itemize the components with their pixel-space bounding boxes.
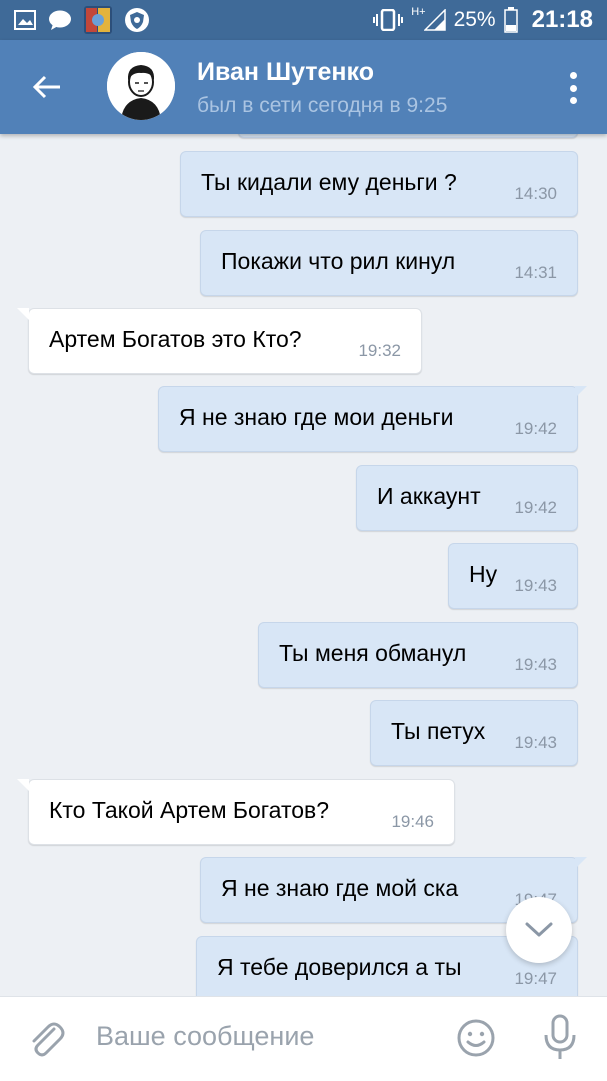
message-time: 19:43 [514,576,557,595]
message-bubble-outgoing[interactable]: Ты кидали ему деньги ? 14:30 [180,151,578,217]
message-time: 14:30 [514,184,557,203]
contact-name[interactable]: Иван Шутенко [197,58,374,87]
message-time: 19:47 [514,969,557,988]
message-text: Ты меня обманул [279,640,467,666]
message-time: 19:42 [514,419,557,438]
status-bar: H+ 25% 21:18 [0,0,607,40]
signal-strength-icon [423,9,446,31]
message-text: Кто Такой Артем Богатов? [49,797,330,823]
message-text: Я не знаю где мой ска [221,875,459,901]
message-text: Покажи что рил кинул [221,248,456,274]
message-bubble-outgoing[interactable]: Покажи что рил кинул 14:31 [200,230,578,296]
message-bubble-partial [238,134,578,138]
message-list[interactable]: Ты кидали ему деньги ? 14:30 Покажи что … [0,134,607,996]
battery-icon [503,7,518,33]
back-button[interactable] [22,62,72,112]
message-text: Я не знаю где мои деньги [179,404,454,430]
message-bubble-outgoing[interactable]: Ну 19:43 [448,543,578,609]
battery-percent: 25% [453,8,496,31]
game-notification-icon [84,6,112,34]
message-time: 19:32 [358,341,401,360]
message-input[interactable]: Ваше сообщение [96,1021,314,1052]
avatar[interactable] [107,52,175,120]
shield-notification-icon [125,8,149,32]
message-bubble-outgoing[interactable]: Ты меня обманул 19:43 [258,622,578,688]
last-seen-status: был в сети сегодня в 9:25 [197,94,448,117]
message-time: 19:43 [514,733,557,752]
message-text: Ты петух [391,718,486,744]
paperclip-icon[interactable] [24,1017,68,1061]
more-vertical-icon[interactable] [563,68,583,108]
message-bubble-incoming[interactable]: Кто Такой Артем Богатов? 19:46 [17,779,455,845]
message-notification-icon [49,10,71,30]
message-text: Артем Богатов это Кто? [49,326,302,352]
network-type-label: H+ [411,6,426,18]
message-bubble-outgoing[interactable]: Ты петух 19:43 [370,700,578,766]
message-text: Я тебе доверился а ты [217,954,462,980]
message-time: 19:42 [514,498,557,517]
message-bubble-incoming[interactable]: Артем Богатов это Кто? 19:32 [17,308,422,374]
message-time: 14:31 [514,263,557,282]
smiley-icon[interactable] [455,1017,497,1059]
message-text: Ты кидали ему деньги ? [201,169,457,195]
message-bubble-outgoing[interactable]: Я не знаю где мои деньги 19:42 [158,386,587,452]
avatar-illustration-icon [107,52,175,120]
message-text: Ну [469,561,498,587]
vibrate-icon [373,9,404,31]
message-time: 19:43 [514,655,557,674]
chat-header: Иван Шутенко был в сети сегодня в 9:25 [0,40,607,134]
chevron-down-icon [525,922,553,937]
system-indicators: H+ 25% 21:18 [373,0,593,40]
message-text: И аккаунт [377,483,481,509]
message-composer: Ваше сообщение [0,996,607,1081]
arrow-left-icon [32,75,60,99]
message-bubble-outgoing[interactable]: И аккаунт 19:42 [356,465,578,531]
message-time: 19:46 [391,812,434,831]
scroll-to-bottom-button[interactable] [506,897,572,963]
notification-icons [14,6,150,34]
gallery-notification-icon [14,10,36,30]
clock: 21:18 [531,6,593,33]
microphone-icon[interactable] [540,1013,580,1063]
